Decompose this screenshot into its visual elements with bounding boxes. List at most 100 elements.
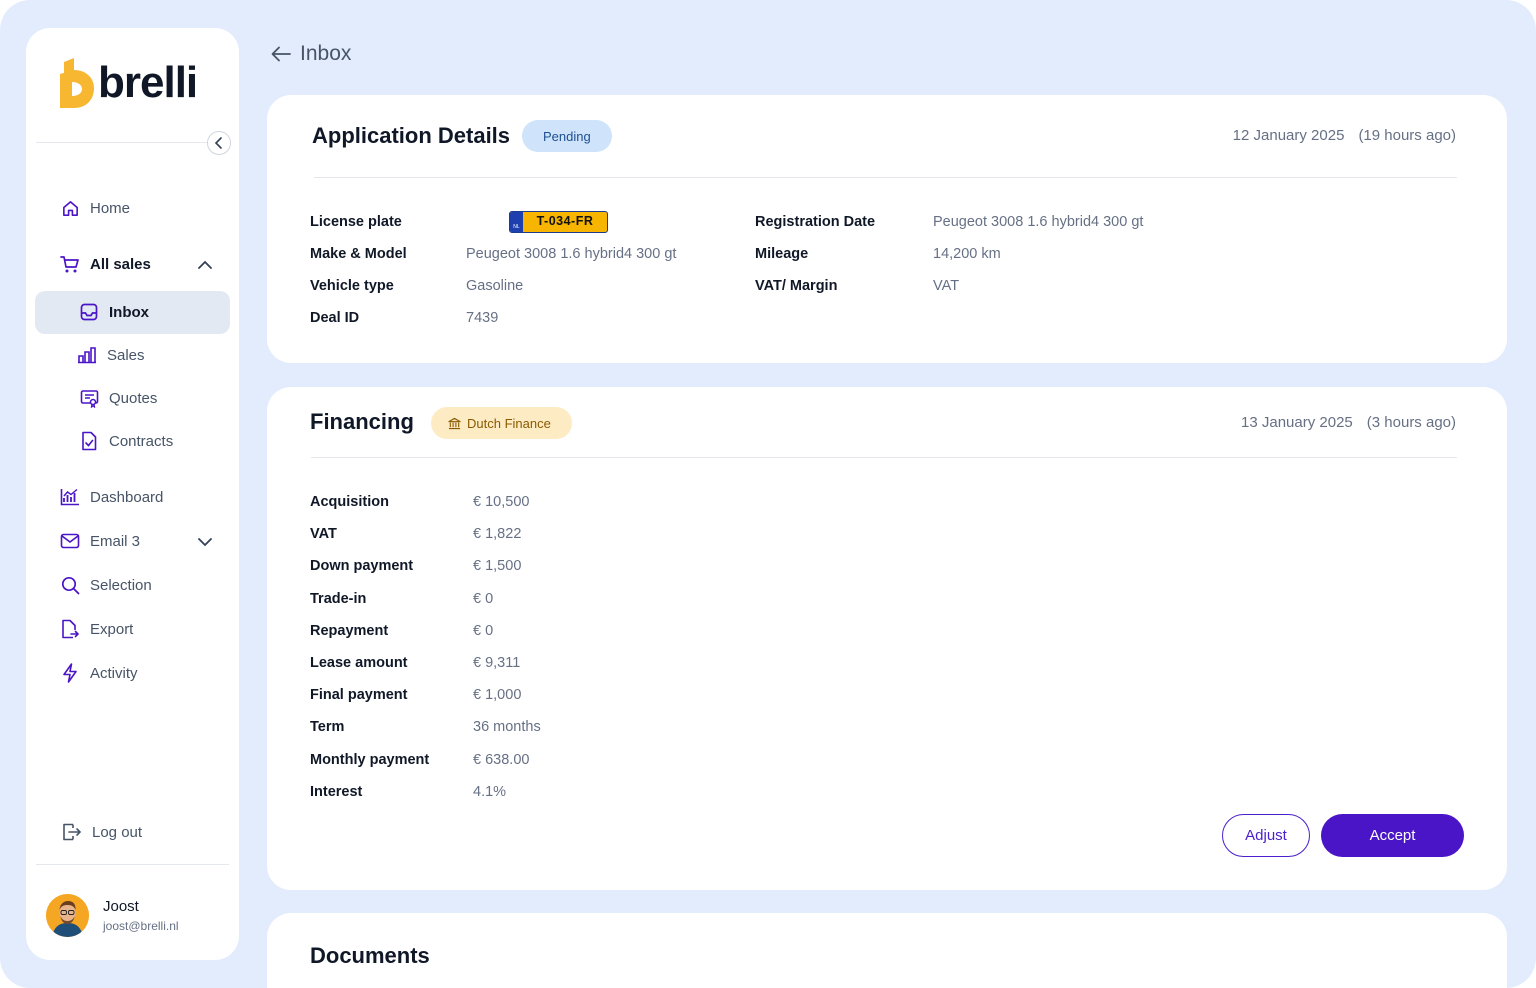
- detail-row-make-model: Make & Model Peugeot 3008 1.6 hybrid4 30…: [310, 243, 676, 265]
- plate-country-strip: NL: [510, 212, 523, 232]
- detail-value: Gasoline: [466, 278, 524, 294]
- sidebar-item-inbox[interactable]: Inbox: [79, 300, 149, 324]
- contract-icon: [79, 431, 99, 451]
- bank-icon: [448, 417, 461, 429]
- financing-title: Financing: [310, 409, 414, 434]
- sidebar-item-label: Dashboard: [90, 488, 164, 506]
- breadcrumb-back[interactable]: Inbox: [270, 42, 351, 66]
- adjust-button[interactable]: Adjust: [1222, 814, 1310, 857]
- sidebar-item-sales[interactable]: Sales: [77, 343, 145, 367]
- inbox-icon: [79, 302, 99, 322]
- sidebar-item-label: Export: [90, 620, 134, 638]
- financing-row: Term 36 months: [310, 716, 541, 738]
- sidebar-item-export[interactable]: Export: [60, 617, 133, 641]
- financing-row: Monthly payment € 638.00: [310, 749, 529, 771]
- financing-value: € 9,311: [473, 655, 521, 671]
- financing-value: € 10,500: [473, 494, 530, 510]
- financing-date: 13 January 2025 (3 hours ago): [1241, 414, 1456, 431]
- finance-provider-label: Dutch Finance: [467, 415, 551, 431]
- logo-wordmark: brelli: [98, 58, 198, 107]
- sidebar-item-dashboard[interactable]: Dashboard: [60, 485, 163, 509]
- sidebar-item-label: Quotes: [109, 389, 158, 407]
- detail-row-vat-margin: VAT/ Margin VAT: [755, 275, 959, 297]
- application-details-title: Application Details: [312, 123, 511, 148]
- application-date: 12 January 2025 (19 hours ago): [1233, 127, 1456, 144]
- financing-row: VAT € 1,822: [310, 523, 521, 545]
- financing-row: Final payment € 1,000: [310, 684, 521, 706]
- detail-label: Make & Model: [310, 246, 407, 262]
- detail-label: Deal ID: [310, 310, 360, 326]
- dashboard-icon: [60, 487, 80, 507]
- sidebar-item-label: Sales: [107, 346, 145, 364]
- sidebar-item-quotes[interactable]: Quotes: [79, 386, 157, 410]
- detail-row-license-plate: License plate NL T-034-FR: [310, 211, 608, 233]
- detail-row-vehicle-type: Vehicle type Gasoline: [310, 275, 523, 297]
- sidebar-item-label: All sales: [90, 255, 151, 273]
- financing-value: € 1,500: [473, 558, 522, 575]
- financing-row: Down payment € 1,500: [310, 555, 521, 577]
- application-details-card: Application Details Pending 12 January 2…: [267, 95, 1507, 363]
- sidebar-item-home[interactable]: Home: [60, 196, 130, 220]
- sidebar-item-all-sales[interactable]: All sales: [60, 252, 151, 276]
- financing-row: Repayment € 0: [310, 620, 493, 642]
- logout-label: Log out: [92, 823, 143, 841]
- financing-label: Lease amount: [310, 655, 408, 671]
- detail-value: 7439: [466, 310, 499, 326]
- financing-value: 36 months: [473, 719, 541, 736]
- chevron-up-icon[interactable]: [196, 255, 214, 273]
- sidebar-divider-bottom: [36, 864, 229, 865]
- financing-value: € 1,822: [473, 526, 522, 543]
- sidebar-item-activity[interactable]: Activity: [60, 661, 138, 685]
- sidebar-item-label: Contracts: [109, 432, 174, 450]
- accept-button[interactable]: Accept: [1321, 814, 1464, 857]
- card-divider: [314, 177, 1457, 178]
- detail-row-deal-id: Deal ID 7439: [310, 307, 498, 329]
- detail-row-mileage: Mileage 14,200 km: [755, 243, 1001, 265]
- financing-card: Financing Dutch Finance 13 January 2025 (…: [267, 387, 1507, 890]
- financing-value: 4.1%: [473, 783, 507, 800]
- financing-label: VAT: [310, 526, 337, 543]
- chevron-left-icon: [214, 137, 222, 149]
- status-badge: Pending: [522, 120, 612, 152]
- export-icon: [60, 619, 80, 639]
- documents-title: Documents: [310, 943, 430, 968]
- financing-value: € 638.00: [473, 751, 530, 768]
- bar-chart-icon: [77, 345, 97, 365]
- sidebar-item-email[interactable]: Email 3: [60, 529, 140, 553]
- financing-row: Acquisition € 10,500: [310, 491, 529, 513]
- financing-row: Lease amount € 9,311: [310, 652, 520, 674]
- sidebar-divider-top: [36, 142, 229, 143]
- financing-value: € 1,000: [473, 687, 522, 704]
- license-plate-badge: NL T-034-FR: [509, 211, 608, 233]
- quote-icon: [79, 388, 99, 408]
- sidebar-item-label: Activity: [90, 664, 138, 682]
- financing-date-ago: (3 hours ago): [1366, 414, 1456, 431]
- financing-label: Trade-in: [310, 590, 367, 607]
- detail-label: Mileage: [755, 246, 809, 262]
- detail-label: VAT/ Margin: [755, 278, 838, 294]
- arrow-left-icon: [271, 46, 291, 62]
- documents-card: Documents: [267, 913, 1507, 988]
- card-divider: [311, 457, 1457, 458]
- license-plate-value: T-034-FR: [536, 214, 594, 228]
- chevron-down-icon[interactable]: [196, 533, 214, 551]
- logout-button[interactable]: Log out: [62, 820, 142, 844]
- financing-label: Term: [310, 719, 345, 736]
- application-date-text: 12 January 2025: [1232, 127, 1345, 144]
- sidebar-item-contracts[interactable]: Contracts: [79, 429, 173, 453]
- app-frame: brelli Home All sales Inbox Sales Quotes…: [0, 0, 1536, 988]
- detail-row-registration-date: Registration Date Peugeot 3008 1.6 hybri…: [755, 211, 1143, 233]
- sidebar-item-selection[interactable]: Selection: [60, 573, 152, 597]
- brelli-logo[interactable]: brelli: [60, 58, 198, 108]
- financing-label: Down payment: [310, 558, 414, 575]
- collapse-sidebar-button[interactable]: [207, 131, 231, 155]
- application-date-ago: (19 hours ago): [1358, 127, 1456, 144]
- mail-icon: [60, 531, 80, 551]
- financing-row: Trade-in € 0: [310, 588, 493, 610]
- financing-value: € 0: [473, 622, 494, 639]
- sidebar: brelli Home All sales Inbox Sales Quotes…: [26, 28, 239, 960]
- cart-icon: [60, 254, 80, 274]
- financing-label: Acquisition: [310, 494, 389, 510]
- sidebar-item-label: Selection: [90, 576, 152, 594]
- user-profile[interactable]: Joost joost@brelli.nl: [46, 894, 179, 937]
